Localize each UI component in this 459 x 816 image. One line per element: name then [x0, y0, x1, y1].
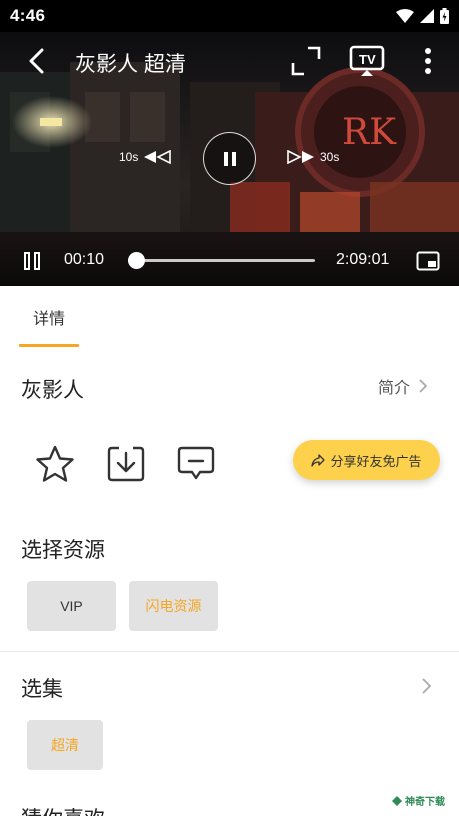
forward-button[interactable]: 30s [286, 150, 339, 164]
status-icons [396, 8, 449, 24]
play-pause-button[interactable] [22, 250, 42, 272]
more-vertical-icon [425, 48, 431, 74]
video-title: 灰影人 超清 [75, 53, 186, 76]
share-label: 分享好友免广告 [330, 453, 422, 469]
fullscreen-icon [291, 46, 321, 76]
comment-button[interactable] [176, 444, 216, 484]
source-vip-button[interactable]: VIP [27, 581, 116, 631]
intro-label: 简介 [378, 380, 411, 397]
guess-you-like-title: 猜你喜欢 [21, 803, 105, 816]
chevron-right-icon[interactable] [421, 678, 431, 694]
picture-in-picture-icon [416, 251, 440, 271]
favorite-button[interactable] [35, 444, 75, 484]
tab-details[interactable]: 详情 [19, 286, 79, 348]
pause-icon [24, 252, 40, 270]
picture-in-picture-button[interactable] [416, 251, 440, 271]
status-time: 4:46 [10, 6, 46, 25]
rewind-button[interactable]: 10s [119, 150, 172, 164]
intro-link[interactable]: 简介 [378, 374, 428, 398]
share-button[interactable]: 分享好友免广告 [293, 440, 440, 480]
fast-forward-icon [287, 150, 314, 164]
progress-bar[interactable] [128, 252, 315, 269]
video-player[interactable]: RK 灰影人 超清 TV 10s 30s 00:10 2:09:01 [0, 32, 459, 286]
forward-label: 30s [320, 150, 340, 164]
section-divider [0, 651, 459, 652]
source-section-title: 选择资源 [21, 539, 105, 562]
signal-icon [420, 9, 434, 23]
center-pause-button[interactable] [203, 132, 256, 185]
movie-title: 灰影人 [21, 379, 84, 402]
download-button[interactable] [106, 444, 146, 484]
source-lightning-button[interactable]: 闪电资源 [129, 581, 218, 631]
back-arrow-icon [29, 48, 44, 74]
tv-cast-button[interactable]: TV [349, 43, 385, 79]
episode-section-title: 选集 [21, 678, 63, 701]
watermark-text: 神奇下载 [405, 797, 445, 808]
fullscreen-button[interactable] [290, 45, 322, 77]
pause-icon [223, 151, 236, 166]
progress-thumb[interactable] [128, 252, 145, 269]
total-time: 2:09:01 [336, 251, 390, 268]
watermark: 神奇下载 [388, 792, 448, 809]
share-icon [311, 453, 326, 467]
rewind-label: 10s [119, 150, 139, 164]
tv-cast-icon: TV [349, 45, 385, 76]
svg-text:TV: TV [359, 52, 376, 67]
chevron-right-icon [419, 379, 428, 393]
more-options-button[interactable] [418, 46, 438, 76]
star-icon [36, 445, 74, 482]
battery-icon [440, 8, 449, 24]
tab-bar: 详情 [0, 286, 459, 348]
player-control-bar: 00:10 2:09:01 [0, 237, 459, 286]
episode-hd-button[interactable]: 超清 [27, 720, 103, 770]
status-bar: 4:46 [0, 0, 459, 32]
current-time: 00:10 [64, 251, 105, 268]
comment-icon [177, 446, 215, 480]
download-icon [107, 446, 145, 482]
wifi-icon [396, 9, 414, 23]
back-button[interactable] [22, 46, 50, 76]
rewind-icon [144, 150, 172, 164]
watermark-logo-icon [392, 795, 402, 806]
scene-sign-text: RK [342, 112, 397, 153]
tab-active-indicator [19, 344, 79, 347]
